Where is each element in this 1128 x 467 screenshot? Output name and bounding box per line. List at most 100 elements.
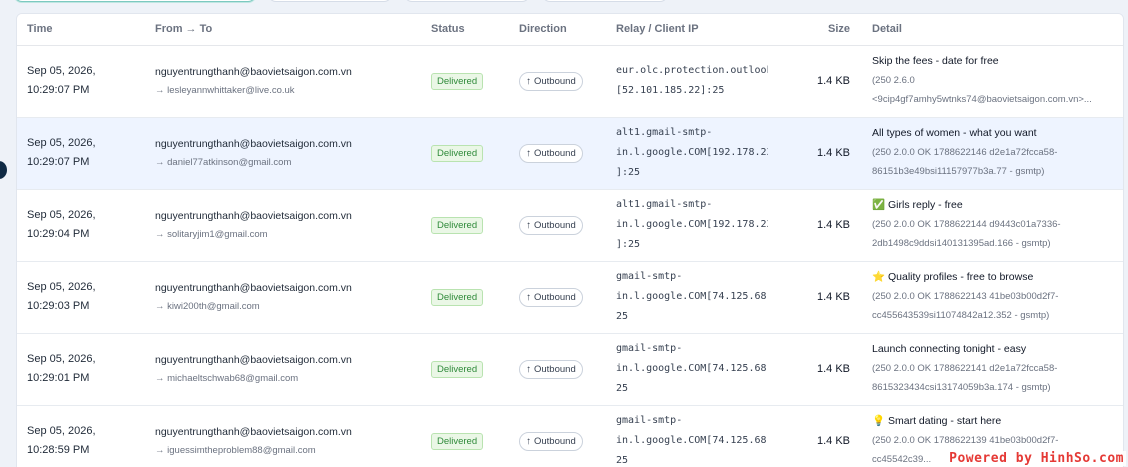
status-badge: Delivered bbox=[431, 144, 484, 162]
direction-label: Outbound bbox=[534, 291, 576, 303]
row-subject: ✅ Girls reply - free bbox=[872, 199, 963, 211]
direction-label: Outbound bbox=[534, 363, 576, 375]
direction-badge: ↑ Outbound bbox=[519, 71, 583, 91]
row-sender: nguyentrungthanh@baovietsaigon.com.vn bbox=[155, 425, 352, 438]
direction-badge: ↑ Outbound bbox=[519, 431, 583, 451]
row-response-line2: <9cip4gf7amhy5wtnks74@baovietsaigon.com.… bbox=[872, 94, 1092, 105]
status-badge: Delivered bbox=[431, 72, 484, 90]
scroll-handle[interactable] bbox=[0, 161, 7, 179]
row-recipient: → michaeltschwab68@gmail.com bbox=[155, 372, 299, 384]
arrow-up-icon: ↑ bbox=[526, 75, 531, 87]
table-row[interactable]: Sep 05, 2026, 10:29:03 PM nguyentrungtha… bbox=[17, 261, 1123, 333]
row-relay: eur.olc.protection.outlook.com [52.101.1… bbox=[616, 65, 768, 96]
row-sender: nguyentrungthanh@baovietsaigon.com.vn bbox=[155, 281, 352, 294]
arrow-up-icon: ↑ bbox=[526, 435, 531, 447]
filter-dropdown-3[interactable] bbox=[542, 0, 668, 2]
row-date: Sep 05, 2026, bbox=[27, 137, 96, 149]
row-clock: 10:29:07 PM bbox=[27, 156, 90, 168]
row-clock: 10:29:01 PM bbox=[27, 372, 90, 384]
row-time: Sep 05, 2026, 10:29:07 PM bbox=[27, 134, 135, 172]
status-badge: Delivered bbox=[431, 360, 484, 378]
filter-bar bbox=[0, 0, 1128, 4]
col-header-time[interactable]: Time bbox=[17, 14, 145, 46]
direction-label: Outbound bbox=[534, 147, 576, 159]
row-size: 1.4 KB bbox=[816, 147, 850, 159]
row-smtp-response: (250 2.0.0 OK 1788622146 d2e1a72fcca58- … bbox=[872, 143, 1115, 181]
row-response-line2: 8615323434csi13174059b3a.174 - gsmtp) bbox=[872, 382, 1051, 393]
row-relay: alt1.gmail-smtp- in.l.google.COM[192.178… bbox=[616, 127, 768, 178]
row-subject: All types of women - what you want bbox=[872, 127, 1037, 139]
direction-badge: ↑ Outbound bbox=[519, 359, 583, 379]
row-recipient: → lesleyannwhittaker@live.co.uk bbox=[155, 84, 295, 96]
table-row[interactable]: Sep 05, 2026, 10:29:07 PM nguyentrungtha… bbox=[17, 117, 1123, 189]
direction-badge: ↑ Outbound bbox=[519, 143, 583, 163]
row-response-line1: (250 2.0.0 OK 1788622143 41be03b00d2f7- bbox=[872, 291, 1059, 302]
arrow-up-icon: ↑ bbox=[526, 147, 531, 159]
col-header-relay[interactable]: Relay / Client IP bbox=[606, 14, 778, 46]
arrow-up-icon: ↑ bbox=[526, 363, 531, 375]
row-smtp-response: (250 2.0.0 OK 1788622143 41be03b00d2f7- … bbox=[872, 287, 1115, 325]
row-response-line1: (250 2.0.0 OK 1788622144 d9443c01a7336- bbox=[872, 219, 1061, 230]
row-clock: 10:29:07 PM bbox=[27, 84, 90, 96]
row-sender: nguyentrungthanh@baovietsaigon.com.vn bbox=[155, 137, 352, 150]
row-response-line1: (250 2.0.0 OK 1788622139 41be03b00d2f7- bbox=[872, 435, 1059, 446]
mail-log-table: Time From → To Status Direction Relay / … bbox=[17, 14, 1123, 467]
row-sender: nguyentrungthanh@baovietsaigon.com.vn bbox=[155, 209, 352, 222]
row-date: Sep 05, 2026, bbox=[27, 353, 96, 365]
row-recipient: → solitaryjim1@gmail.com bbox=[155, 228, 268, 240]
row-date: Sep 05, 2026, bbox=[27, 425, 96, 437]
row-subject: Launch connecting tonight - easy bbox=[872, 343, 1027, 355]
row-response-line2: 86151b3e49bsi11157977b3a.77 - gsmtp) bbox=[872, 166, 1045, 177]
row-response-line2: 2db1498c9ddsi140131395ad.166 - gsmtp) bbox=[872, 238, 1051, 249]
mail-log-panel: Time From → To Status Direction Relay / … bbox=[16, 13, 1124, 467]
row-subject: Skip the fees - date for free bbox=[872, 55, 999, 67]
status-badge: Delivered bbox=[431, 432, 484, 450]
table-row[interactable]: Sep 05, 2026, 10:29:07 PM nguyentrungtha… bbox=[17, 45, 1123, 117]
row-sender: nguyentrungthanh@baovietsaigon.com.vn bbox=[155, 353, 352, 366]
row-sender: nguyentrungthanh@baovietsaigon.com.vn bbox=[155, 65, 352, 78]
row-response-line1: (250 2.6.0 bbox=[872, 75, 915, 86]
col-header-detail[interactable]: Detail bbox=[862, 14, 1123, 46]
table-row[interactable]: Sep 05, 2026, 10:29:01 PM nguyentrungtha… bbox=[17, 333, 1123, 405]
row-size: 1.4 KB bbox=[816, 219, 850, 231]
col-header-size[interactable]: Size bbox=[778, 14, 862, 46]
row-clock: 10:29:04 PM bbox=[27, 228, 90, 240]
row-clock: 10:28:59 PM bbox=[27, 444, 90, 456]
col-header-direction[interactable]: Direction bbox=[509, 14, 606, 46]
row-time: Sep 05, 2026, 10:29:03 PM bbox=[27, 278, 135, 316]
row-relay: alt1.gmail-smtp- in.l.google.COM[192.178… bbox=[616, 199, 768, 250]
filter-search[interactable] bbox=[14, 0, 256, 2]
row-relay: gmail-smtp- in.l.google.COM[74.125.68.27… bbox=[616, 415, 768, 466]
direction-label: Outbound bbox=[534, 219, 576, 231]
status-badge: Delivered bbox=[431, 288, 484, 306]
row-size: 1.4 KB bbox=[816, 435, 850, 447]
row-time: Sep 05, 2026, 10:29:04 PM bbox=[27, 206, 135, 244]
direction-label: Outbound bbox=[534, 435, 576, 447]
row-time: Sep 05, 2026, 10:28:59 PM bbox=[27, 422, 135, 460]
arrow-up-icon: ↑ bbox=[526, 219, 531, 231]
row-smtp-response: (250 2.0.0 OK 1788622144 d9443c01a7336- … bbox=[872, 215, 1115, 253]
col-header-status[interactable]: Status bbox=[421, 14, 509, 46]
filter-dropdown-1[interactable] bbox=[268, 0, 392, 2]
row-recipient: → iguessimtheproblem88@gmail.com bbox=[155, 444, 316, 456]
row-response-line1: (250 2.0.0 OK 1788622141 d2e1a72fcca58- bbox=[872, 363, 1058, 374]
table-header-row: Time From → To Status Direction Relay / … bbox=[17, 14, 1123, 46]
row-date: Sep 05, 2026, bbox=[27, 65, 96, 77]
row-clock: 10:29:03 PM bbox=[27, 300, 90, 312]
direction-badge: ↑ Outbound bbox=[519, 287, 583, 307]
row-recipient: → kiwi200th@gmail.com bbox=[155, 300, 260, 312]
row-smtp-response: (250 2.0.0 OK 1788622141 d2e1a72fcca58- … bbox=[872, 359, 1115, 397]
col-header-from-to[interactable]: From → To bbox=[145, 14, 421, 46]
row-response-line1: (250 2.0.0 OK 1788622146 d2e1a72fcca58- bbox=[872, 147, 1058, 158]
row-size: 1.4 KB bbox=[816, 291, 850, 303]
row-size: 1.4 KB bbox=[816, 363, 850, 375]
table-row[interactable]: Sep 05, 2026, 10:29:04 PM nguyentrungtha… bbox=[17, 189, 1123, 261]
status-badge: Delivered bbox=[431, 216, 484, 234]
row-size: 1.4 KB bbox=[816, 75, 850, 87]
row-time: Sep 05, 2026, 10:29:07 PM bbox=[27, 62, 135, 100]
row-recipient: → daniel77atkinson@gmail.com bbox=[155, 156, 292, 168]
row-subject: 💡 Smart dating - start here bbox=[872, 415, 1002, 427]
filter-dropdown-2[interactable] bbox=[404, 0, 530, 2]
row-date: Sep 05, 2026, bbox=[27, 281, 96, 293]
direction-label: Outbound bbox=[534, 75, 576, 87]
